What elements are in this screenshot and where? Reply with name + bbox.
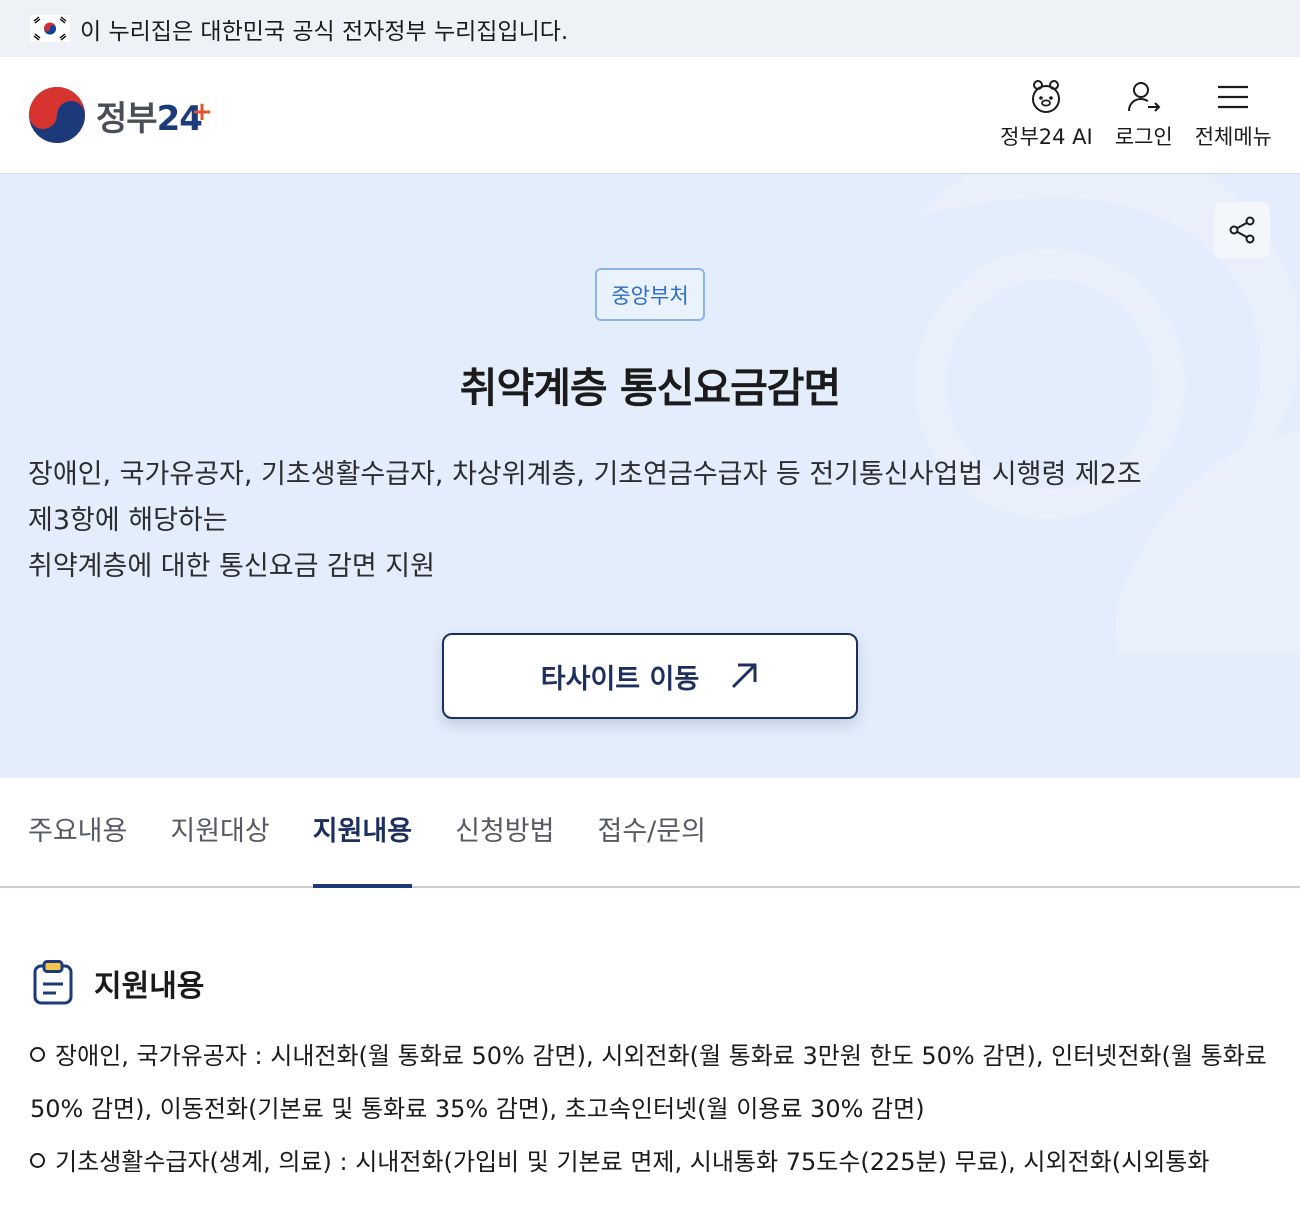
section-title: 지원내용 xyxy=(94,969,205,1004)
tab-application[interactable]: 신청방법 xyxy=(455,776,554,886)
description-line: 취약계층에 대한 통신요금 감면 지원 xyxy=(28,551,435,582)
all-menu-button-label: 전체메뉴 xyxy=(1194,125,1272,149)
site-header: 정부24 + 정부24 AI 로그인 전체메뉴 xyxy=(0,57,1300,174)
bullet-circle-icon xyxy=(30,1047,45,1062)
service-title: 취약계층 통신요금감면 xyxy=(459,364,841,412)
support-details-content: 장애인, 국가유공자 : 시내전화(월 통화료 50% 감면), 시외전화(월 … xyxy=(0,1008,1300,1189)
service-hero: 중앙부처 취약계층 통신요금감면 장애인, 국가유공자, 기초생활수급자, 차상… xyxy=(0,174,1300,778)
taegeuk-logo-icon xyxy=(29,87,85,143)
bullet-circle-icon xyxy=(30,1153,45,1168)
content-line: 기초생활수급자(생계, 의료) : 시내전화(가입비 및 기본료 면제, 시내통… xyxy=(30,1136,1272,1189)
gov-banner: 이 누리집은 대한민국 공식 전자정부 누리집입니다. xyxy=(0,0,1300,57)
logo-text: 정부24 + xyxy=(96,91,213,140)
content-text: 기초생활수급자(생계, 의료) : 시내전화(가입비 및 기본료 면제, 시내통… xyxy=(55,1148,1210,1176)
share-icon xyxy=(1229,216,1255,244)
login-button-label: 로그인 xyxy=(1114,125,1173,149)
description-line: 장애인, 국가유공자, 기초생활수급자, 차상위계층, 기초연금수급자 등 전기… xyxy=(28,459,1142,490)
content-text: 50% 감면), 이동전화(기본료 및 통화료 35% 감면), 초고속인터넷(… xyxy=(30,1095,925,1123)
logo[interactable]: 정부24 + xyxy=(28,86,213,144)
content-line: 장애인, 국가유공자 : 시내전화(월 통화료 50% 감면), 시외전화(월 … xyxy=(30,1030,1272,1083)
clipboard-icon xyxy=(33,960,73,1005)
header-actions: 정부24 AI 로그인 전체메뉴 xyxy=(1000,79,1272,151)
tab-support-details[interactable]: 지원내용 xyxy=(312,776,413,888)
description-line: 제3항에 해당하는 xyxy=(28,505,228,536)
tab-main-content[interactable]: 주요내용 xyxy=(28,776,127,886)
agency-badge: 중앙부처 xyxy=(595,268,705,321)
section-tabs: 주요내용 지원대상 지원내용 신청방법 접수/문의 xyxy=(0,778,1300,888)
content-text: 장애인, 국가유공자 : 시내전화(월 통화료 50% 감면), 시외전화(월 … xyxy=(55,1042,1267,1070)
korea-flag-icon xyxy=(30,15,70,42)
logo-word: 정부 xyxy=(96,98,158,139)
login-button[interactable]: 로그인 xyxy=(1115,79,1173,151)
arrow-up-right-icon xyxy=(732,663,757,689)
tab-contact[interactable]: 접수/문의 xyxy=(598,776,706,886)
gov-banner-text: 이 누리집은 대한민국 공식 전자정부 누리집입니다. xyxy=(80,18,569,45)
service-description: 장애인, 국가유공자, 기초생활수급자, 차상위계층, 기초연금수급자 등 전기… xyxy=(28,452,1208,590)
ai-button[interactable]: 정부24 AI xyxy=(1000,79,1093,151)
login-person-icon xyxy=(1127,82,1161,112)
section-header: 지원내용 xyxy=(0,958,1300,1008)
ai-button-label: 정부24 AI xyxy=(1000,125,1093,149)
hamburger-menu-icon xyxy=(1218,85,1249,109)
share-button[interactable] xyxy=(1214,202,1270,258)
all-menu-button[interactable]: 전체메뉴 xyxy=(1195,79,1272,151)
tab-eligibility[interactable]: 지원대상 xyxy=(170,776,269,886)
external-site-button-label: 타사이트 이동 xyxy=(540,663,700,695)
ai-character-icon xyxy=(1032,80,1061,113)
external-site-button[interactable]: 타사이트 이동 xyxy=(442,633,858,719)
logo-plus-icon: + xyxy=(191,96,213,127)
content-line: 50% 감면), 이동전화(기본료 및 통화료 35% 감면), 초고속인터넷(… xyxy=(30,1083,1272,1136)
